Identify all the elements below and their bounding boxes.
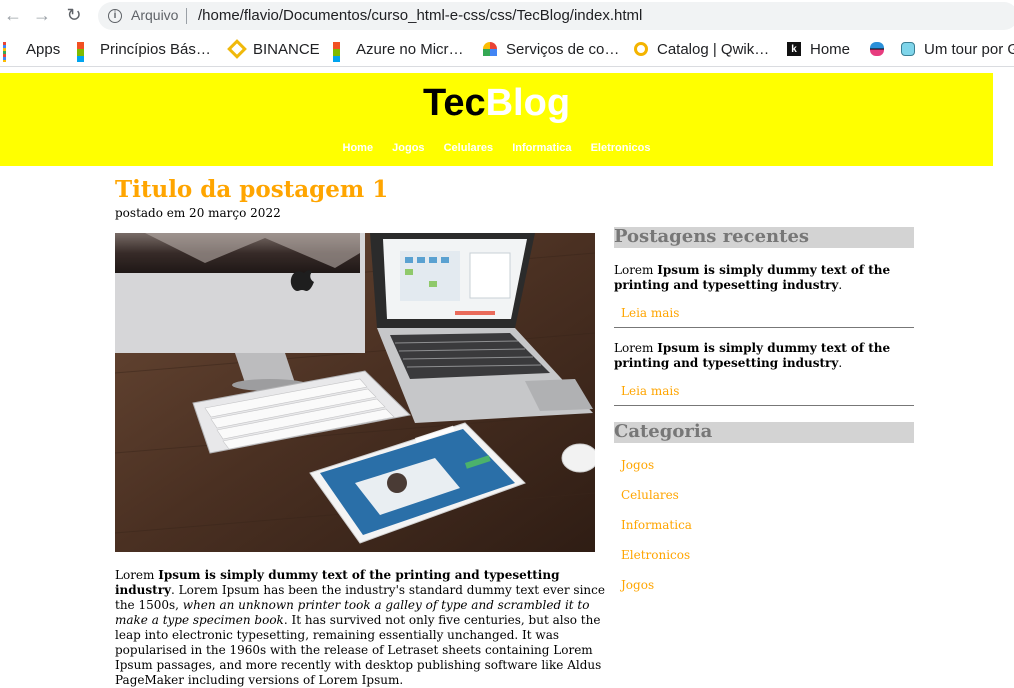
- post-image: [115, 233, 595, 552]
- apps-grid-icon: [3, 42, 17, 62]
- kaggle-icon: k: [787, 42, 801, 56]
- post-body: Lorem Ipsum is simply dummy text of the …: [115, 568, 605, 688]
- nav-informatica[interactable]: Informatica: [512, 142, 571, 154]
- url-scheme: Arquivo: [131, 7, 179, 23]
- address-divider: [186, 8, 187, 24]
- post-date: postado em 20 março 2022: [115, 206, 281, 220]
- gopher-icon: [901, 42, 915, 56]
- main-nav: Home Jogos Celulares Informatica Eletron…: [0, 142, 993, 154]
- bookmark-label: Home: [810, 40, 851, 58]
- bookmarks-bar: Apps Princípios Bás… BINANCE Azure no Mi…: [0, 36, 1014, 62]
- bookmark-label: Serviços de co…: [506, 40, 620, 58]
- category-link-jogos[interactable]: Jogos: [621, 458, 914, 488]
- bookmark-apps[interactable]: Apps: [3, 38, 61, 62]
- recent-post-end: .: [838, 356, 843, 370]
- bookmark-label: Azure no Micr…: [356, 40, 464, 58]
- bookmark-label: Catalog | Qwik…: [657, 40, 770, 58]
- qwiklabs-icon: [634, 42, 648, 56]
- read-more-link[interactable]: Leia mais: [621, 384, 914, 398]
- logo-part-tec: Tec: [422, 82, 486, 124]
- sidebar: Postagens recentes Lorem Ipsum is simply…: [614, 227, 914, 608]
- bookmark-azure[interactable]: Azure no Micr…: [333, 38, 464, 62]
- info-icon[interactable]: i: [108, 9, 122, 23]
- bookmark-binance[interactable]: BINANCE: [227, 38, 320, 60]
- recent-post-excerpt: Lorem Ipsum is simply dummy text of the …: [614, 341, 914, 371]
- reload-icon[interactable]: ↻: [63, 4, 85, 26]
- category-link-eletronicos[interactable]: Eletronicos: [621, 548, 914, 578]
- nav-jogos[interactable]: Jogos: [392, 142, 424, 154]
- recent-post-lead: Lorem: [614, 263, 658, 277]
- category-link-informatica[interactable]: Informatica: [621, 518, 914, 548]
- browser-chrome: ← → ↻ i Arquivo /home/flavio/Documentos/…: [0, 0, 1014, 67]
- bookmark-catalog[interactable]: Catalog | Qwik…: [634, 38, 769, 60]
- binance-icon: [227, 39, 247, 59]
- nav-celulares[interactable]: Celulares: [444, 142, 494, 154]
- desk-computers-illustration: [115, 233, 595, 552]
- bookmark-label: BINANCE: [253, 40, 320, 58]
- address-bar[interactable]: i Arquivo /home/flavio/Documentos/curso_…: [98, 2, 1014, 30]
- recent-post-end: .: [838, 278, 843, 292]
- microsoft-icon: [77, 42, 91, 62]
- nav-home[interactable]: Home: [343, 142, 374, 154]
- forward-arrow-icon[interactable]: →: [31, 4, 53, 26]
- site-header: TecBlog Home Jogos Celulares Informatica…: [0, 73, 993, 166]
- category-heading: Categoria: [614, 422, 914, 443]
- category-link-jogos-2[interactable]: Jogos: [621, 578, 914, 608]
- recent-post-excerpt: Lorem Ipsum is simply dummy text of the …: [614, 263, 914, 293]
- bookmark-principios[interactable]: Princípios Bás…: [77, 38, 211, 62]
- bookmark-home[interactable]: k Home: [787, 38, 850, 60]
- bookmark-tour[interactable]: Um tour por G: [901, 38, 1014, 60]
- colorful-app-icon: [870, 42, 884, 56]
- category-link-celulares[interactable]: Celulares: [621, 488, 914, 518]
- bookmark-label: Princípios Bás…: [100, 40, 211, 58]
- post-title: Titulo da postagem 1: [115, 176, 389, 203]
- nav-eletronicos[interactable]: Eletronicos: [591, 142, 651, 154]
- bookmark-label: Um tour por G: [924, 40, 1014, 58]
- url-text[interactable]: /home/flavio/Documentos/curso_html-e-css…: [198, 7, 642, 24]
- bookmark-servicos[interactable]: Serviços de co…: [483, 38, 619, 60]
- read-more-link[interactable]: Leia mais: [621, 306, 914, 320]
- site-logo[interactable]: TecBlog: [0, 81, 993, 125]
- bookmark-label: Apps: [26, 40, 61, 58]
- back-arrow-icon[interactable]: ←: [2, 4, 24, 26]
- post-body-lead: Lorem: [115, 568, 159, 582]
- google-cloud-icon: [483, 42, 497, 56]
- logo-part-blog: Blog: [485, 82, 571, 124]
- bookmark-unnamed[interactable]: [870, 38, 893, 60]
- recent-posts-heading: Postagens recentes: [614, 227, 914, 248]
- recent-post-lead: Lorem: [614, 341, 658, 355]
- microsoft-icon: [333, 42, 347, 62]
